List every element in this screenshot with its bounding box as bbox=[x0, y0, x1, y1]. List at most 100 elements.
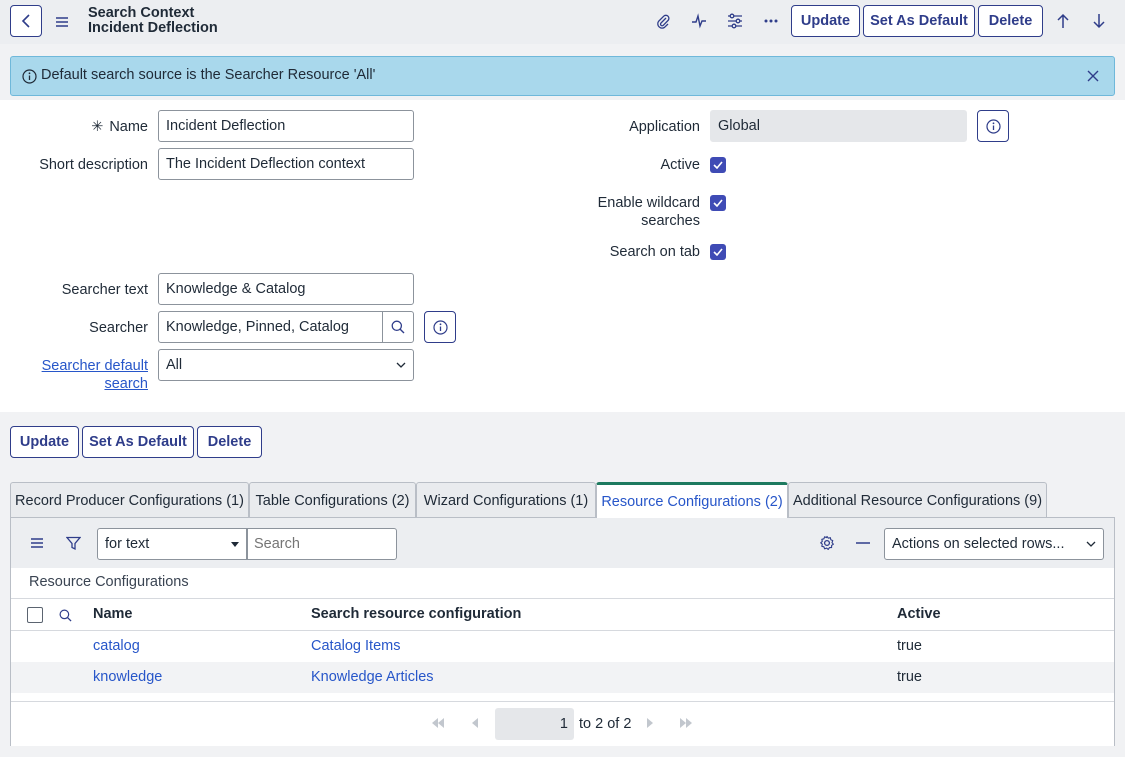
tab-resource-configurations[interactable]: Resource Configurations (2) bbox=[596, 482, 788, 518]
column-header-name[interactable]: Name bbox=[93, 606, 133, 622]
hamburger-icon bbox=[55, 16, 69, 28]
list-search-input[interactable] bbox=[247, 528, 397, 560]
active-label: Active bbox=[660, 157, 701, 173]
tab-wizard-configurations[interactable]: Wizard Configurations (1) bbox=[416, 482, 596, 518]
tab-additional-resource-configurations[interactable]: Additional Resource Configurations (9) bbox=[788, 482, 1047, 518]
personalize-button[interactable] bbox=[721, 7, 749, 35]
pagination-bar: 1 to 2 of 2 bbox=[11, 701, 1114, 746]
searcher-lookup-button[interactable] bbox=[382, 311, 414, 343]
record-form: ✳ Name Incident Deflection Short descript… bbox=[0, 100, 1125, 412]
attachment-button[interactable] bbox=[649, 7, 677, 35]
minus-icon bbox=[856, 542, 870, 544]
searcher-field[interactable]: Knowledge, Pinned, Catalog bbox=[158, 311, 383, 343]
form-header: Search Context Incident Deflection Updat… bbox=[0, 0, 1125, 44]
related-list-panel: for text Actions on selected rows... Res… bbox=[10, 517, 1115, 746]
list-header-row: Name Search resource configuration Activ… bbox=[11, 598, 1114, 631]
pagination-range-text: to 2 of 2 bbox=[579, 716, 632, 732]
checkmark-icon bbox=[713, 199, 723, 207]
row-config-link[interactable]: Catalog Items bbox=[311, 638, 400, 654]
context-menu-button[interactable] bbox=[48, 8, 76, 36]
filter-icon bbox=[65, 536, 81, 551]
searcher-default-search-select[interactable]: All bbox=[158, 349, 414, 381]
row-active-value: true bbox=[897, 638, 922, 654]
row-config-link[interactable]: Knowledge Articles bbox=[311, 669, 434, 685]
column-header-search-resource-configuration[interactable]: Search resource configuration bbox=[311, 606, 521, 622]
chevron-down-icon bbox=[1086, 541, 1096, 547]
list-toolbar: for text Actions on selected rows... bbox=[11, 518, 1114, 568]
mandatory-asterisk-icon: ✳ bbox=[91, 119, 104, 135]
set-as-default-button[interactable]: Set As Default bbox=[863, 5, 975, 37]
search-on-tab-checkbox[interactable] bbox=[710, 244, 726, 260]
activity-button[interactable] bbox=[685, 7, 713, 35]
caret-down-icon bbox=[231, 541, 239, 547]
list-menu-button[interactable] bbox=[23, 529, 51, 557]
chevron-left-icon bbox=[21, 14, 31, 28]
search-field-select[interactable]: for text bbox=[97, 528, 247, 560]
table-row: catalog Catalog Items true bbox=[11, 631, 1114, 662]
page-title-type: Search Context bbox=[88, 5, 195, 21]
more-options-button[interactable] bbox=[757, 7, 785, 35]
select-value: for text bbox=[105, 536, 150, 552]
previous-page-icon[interactable] bbox=[471, 718, 478, 728]
info-icon bbox=[432, 319, 448, 335]
checkmark-icon bbox=[713, 161, 723, 169]
select-value: All bbox=[166, 357, 183, 373]
search-on-tab-label: Search on tab bbox=[609, 244, 700, 260]
page-title-record: Incident Deflection bbox=[88, 20, 218, 36]
application-field: Global bbox=[710, 110, 967, 142]
searcher-default-search-label[interactable]: Searcher default search bbox=[10, 357, 148, 393]
row-name-link[interactable]: knowledge bbox=[93, 669, 162, 685]
arrow-up-icon bbox=[1056, 13, 1070, 29]
collapse-list-button[interactable] bbox=[849, 529, 877, 557]
application-label: Application bbox=[629, 119, 700, 135]
list-settings-button[interactable] bbox=[813, 529, 841, 557]
searcher-text-field[interactable]: Knowledge & Catalog bbox=[158, 273, 414, 305]
row-name-link[interactable]: catalog bbox=[93, 638, 140, 654]
banner-message: Default search source is the Searcher Re… bbox=[41, 67, 376, 83]
activity-icon bbox=[691, 13, 707, 29]
back-button[interactable] bbox=[10, 5, 42, 37]
bottom-update-button[interactable]: Update bbox=[10, 426, 79, 458]
application-info-button[interactable] bbox=[977, 110, 1009, 142]
enable-wildcard-label: Enable wildcard searches bbox=[597, 195, 700, 229]
filter-button[interactable] bbox=[59, 529, 87, 557]
first-page-icon[interactable] bbox=[431, 718, 445, 728]
select-value: Actions on selected rows... bbox=[892, 536, 1065, 552]
name-field[interactable]: Incident Deflection bbox=[158, 110, 414, 142]
close-icon[interactable] bbox=[1087, 70, 1099, 82]
short-description-label: Short description bbox=[39, 157, 148, 173]
name-label: ✳ Name bbox=[91, 119, 148, 135]
checkmark-icon bbox=[713, 248, 723, 256]
list-caption: Resource Configurations bbox=[29, 574, 189, 590]
paperclip-icon bbox=[655, 13, 671, 29]
search-icon bbox=[59, 609, 72, 622]
gear-icon bbox=[819, 535, 835, 551]
short-description-field[interactable]: The Incident Deflection context bbox=[158, 148, 414, 180]
next-record-button[interactable] bbox=[1085, 7, 1113, 35]
info-icon bbox=[985, 118, 1001, 134]
searcher-text-label: Searcher text bbox=[61, 282, 148, 298]
searcher-label: Searcher bbox=[89, 320, 148, 336]
next-page-icon[interactable] bbox=[647, 718, 654, 728]
row-active-value: true bbox=[897, 669, 922, 685]
actions-on-selected-rows-select[interactable]: Actions on selected rows... bbox=[884, 528, 1104, 560]
bottom-delete-button[interactable]: Delete bbox=[197, 426, 262, 458]
delete-button[interactable]: Delete bbox=[978, 5, 1043, 37]
searcher-info-button[interactable] bbox=[424, 311, 456, 343]
bottom-set-as-default-button[interactable]: Set As Default bbox=[82, 426, 194, 458]
enable-wildcard-checkbox[interactable] bbox=[710, 195, 726, 211]
hamburger-icon bbox=[30, 537, 44, 549]
column-header-active[interactable]: Active bbox=[897, 606, 941, 622]
previous-record-button[interactable] bbox=[1049, 7, 1077, 35]
update-button[interactable]: Update bbox=[791, 5, 860, 37]
tab-record-producer-configurations[interactable]: Record Producer Configurations (1) bbox=[10, 482, 249, 518]
chevron-down-icon bbox=[396, 362, 406, 368]
tab-table-configurations[interactable]: Table Configurations (2) bbox=[249, 482, 416, 518]
column-search-button[interactable] bbox=[51, 601, 79, 629]
active-checkbox[interactable] bbox=[710, 157, 726, 173]
last-page-icon[interactable] bbox=[679, 718, 693, 728]
select-all-checkbox[interactable] bbox=[27, 607, 43, 623]
arrow-down-icon bbox=[1092, 13, 1106, 29]
search-icon bbox=[391, 320, 405, 334]
page-number-input[interactable]: 1 bbox=[495, 708, 574, 740]
